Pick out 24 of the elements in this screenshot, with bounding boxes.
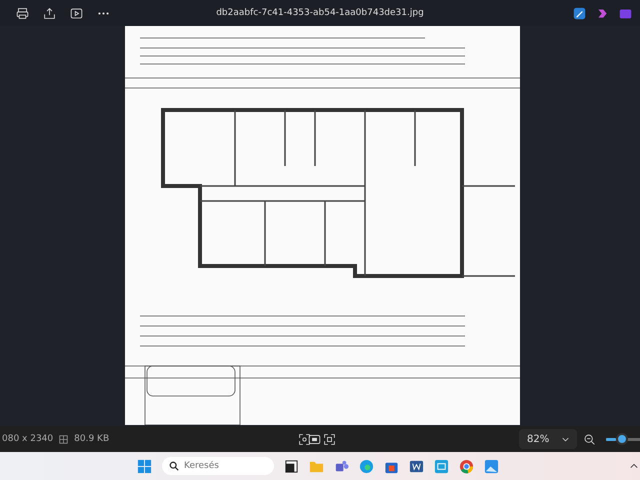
edit-icon[interactable] [573, 6, 586, 20]
slideshow-icon[interactable] [70, 6, 83, 20]
task-view-icon[interactable] [284, 458, 299, 474]
fit-to-window-icon[interactable] [298, 432, 311, 446]
caret-icon [562, 436, 569, 442]
file-size: 80.9 KB [74, 434, 110, 444]
slider-thumb[interactable] [616, 433, 628, 445]
print-icon[interactable] [16, 6, 29, 20]
chevron-up-icon[interactable] [630, 463, 638, 469]
share-icon[interactable] [43, 6, 56, 20]
word-icon[interactable] [409, 458, 424, 474]
fullscreen-icon[interactable] [308, 432, 321, 446]
search-icon [169, 461, 179, 471]
zoom-out-icon[interactable] [583, 432, 596, 446]
actual-size-icon[interactable] [323, 432, 336, 446]
image-icon [59, 434, 68, 444]
app-icon[interactable] [434, 458, 449, 474]
search-field[interactable]: Keresés [162, 457, 274, 475]
window-title: db2aabfc-7c41-4353-ab54-1aa0b743de31.jpg [216, 8, 424, 18]
chrome-icon[interactable] [459, 458, 474, 474]
start-icon[interactable] [137, 458, 152, 474]
image-dimensions: 080 x 2340 [2, 434, 54, 444]
zoom-dropdown[interactable]: 82% [519, 429, 577, 449]
photos-icon[interactable] [484, 458, 499, 474]
